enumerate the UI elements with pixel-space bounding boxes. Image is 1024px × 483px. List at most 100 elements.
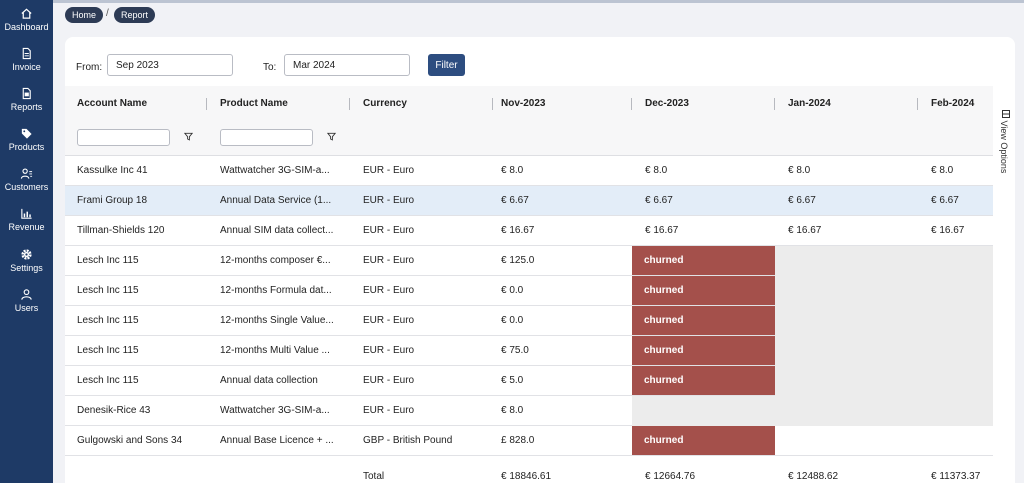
empty-cell <box>775 306 993 336</box>
churned-badge: churned <box>632 306 775 336</box>
empty-cell <box>632 396 993 426</box>
total-feb-2024: € 11373.37 <box>931 471 981 482</box>
sidebar-item-label: Invoice <box>12 62 41 72</box>
account-cell: Lesch Inc 115 <box>77 285 139 296</box>
view-options-text: View Options <box>999 120 1009 174</box>
table-row[interactable]: Kassulke Inc 41 Wattwatcher 3G-SIM-a... … <box>65 156 993 186</box>
currency-cell: EUR - Euro <box>363 225 415 236</box>
currency-cell: EUR - Euro <box>363 255 415 266</box>
users-icon <box>20 168 33 179</box>
view-options-toggle[interactable]: View Options <box>999 110 1013 190</box>
column-header-product[interactable]: Product Name <box>220 98 288 109</box>
table-row[interactable]: Lesch Inc 115 12-months Multi Value ... … <box>65 336 993 366</box>
sidebar-item-revenue[interactable]: Revenue <box>0 207 53 232</box>
account-cell: Denesik-Rice 43 <box>77 405 151 416</box>
view-options-label: View Options <box>999 110 1011 174</box>
sidebar-item-invoice[interactable]: Invoice <box>0 47 53 72</box>
column-divider[interactable] <box>492 98 493 110</box>
sidebar-item-dashboard[interactable]: Dashboard <box>0 7 53 32</box>
account-cell: Kassulke Inc 41 <box>77 165 148 176</box>
sidebar-item-label: Settings <box>10 263 43 273</box>
to-label: To: <box>263 62 277 73</box>
nov-2023-cell: € 0.0 <box>501 285 524 296</box>
product-cell: 12-months Single Value... <box>220 315 334 326</box>
currency-cell: EUR - Euro <box>363 405 415 416</box>
to-date-input[interactable] <box>284 54 410 76</box>
table-row[interactable]: Lesch Inc 115 Annual data collection EUR… <box>65 366 993 396</box>
table-row[interactable]: Lesch Inc 115 12-months Formula dat... E… <box>65 276 993 306</box>
table-row[interactable]: Lesch Inc 115 12-months composer €... EU… <box>65 246 993 276</box>
account-cell: Lesch Inc 115 <box>77 345 139 356</box>
sidebar-item-label: Products <box>8 142 45 152</box>
column-header-dec-2023[interactable]: Dec-2023 <box>645 98 689 109</box>
empty-cell <box>775 246 993 276</box>
product-filter-input[interactable] <box>220 129 313 146</box>
dec-2023-cell: € 6.67 <box>645 195 673 206</box>
filter-button[interactable]: Filter <box>428 54 465 76</box>
empty-cell <box>775 276 993 306</box>
table-row[interactable]: Gulgowski and Sons 34 Annual Base Licenc… <box>65 426 993 456</box>
column-divider[interactable] <box>349 98 350 110</box>
product-cell: Annual Data Service (1... <box>220 195 332 206</box>
document-icon <box>22 47 31 60</box>
column-divider[interactable] <box>631 98 632 110</box>
breadcrumb-home[interactable]: Home <box>65 7 104 23</box>
column-header-nov-2023[interactable]: Nov-2023 <box>501 98 545 109</box>
empty-cell <box>775 336 993 366</box>
table-row[interactable]: Tillman-Shields 120 Annual SIM data coll… <box>65 216 993 246</box>
sidebar-item-label: Customers <box>4 182 49 192</box>
table-row[interactable]: Lesch Inc 115 12-months Single Value... … <box>65 306 993 336</box>
account-cell: Lesch Inc 115 <box>77 315 139 326</box>
breadcrumb-current[interactable]: Report <box>114 7 156 23</box>
sidebar-item-products[interactable]: Products <box>0 127 53 152</box>
sidebar-item-customers[interactable]: Customers <box>0 167 53 192</box>
user-icon <box>21 289 32 300</box>
column-divider[interactable] <box>917 98 918 110</box>
table-row-selected[interactable]: Frami Group 18 Annual Data Service (1...… <box>65 186 993 216</box>
columns-icon <box>1002 110 1011 118</box>
breadcrumb-separator: / <box>106 8 109 19</box>
sidebar-item-reports[interactable]: Reports <box>0 87 53 112</box>
column-header-jan-2024[interactable]: Jan-2024 <box>788 98 831 109</box>
total-jan-2024: € 12488.62 <box>788 471 839 482</box>
total-label: Total <box>363 471 385 482</box>
dec-2023-cell: € 16.67 <box>645 225 679 236</box>
nov-2023-cell: £ 828.0 <box>501 435 535 446</box>
from-date-input[interactable] <box>107 54 233 76</box>
nov-2023-cell: € 125.0 <box>501 255 535 266</box>
jan-2024-cell: € 6.67 <box>788 195 816 206</box>
bar-chart-icon <box>21 208 32 219</box>
column-divider[interactable] <box>774 98 775 110</box>
top-border <box>53 0 1024 3</box>
account-cell: Lesch Inc 115 <box>77 255 139 266</box>
product-cell: 12-months composer €... <box>220 255 331 266</box>
sidebar-item-users[interactable]: Users <box>0 288 53 313</box>
column-header-currency[interactable]: Currency <box>363 98 407 109</box>
report-icon <box>22 87 31 100</box>
feb-2024-cell: € 8.0 <box>931 165 954 176</box>
column-header-account[interactable]: Account Name <box>77 98 147 109</box>
filter-funnel-icon[interactable] <box>327 132 336 141</box>
product-cell: Annual Base Licence + ... <box>220 435 334 446</box>
account-cell: Lesch Inc 115 <box>77 375 139 386</box>
total-nov-2023: € 18846.61 <box>501 471 552 482</box>
currency-cell: GBP - British Pound <box>363 435 453 446</box>
account-cell: Gulgowski and Sons 34 <box>77 435 183 446</box>
account-filter-input[interactable] <box>77 129 170 146</box>
sidebar-item-label: Users <box>14 303 39 313</box>
column-divider[interactable] <box>206 98 207 110</box>
dec-2023-cell: € 8.0 <box>645 165 668 176</box>
column-header-feb-2024[interactable]: Feb-2024 <box>931 98 974 109</box>
currency-cell: EUR - Euro <box>363 285 415 296</box>
product-cell: Annual SIM data collect... <box>220 225 334 236</box>
filter-funnel-icon[interactable] <box>184 132 193 141</box>
currency-cell: EUR - Euro <box>363 375 415 386</box>
sidebar-item-settings[interactable]: Settings <box>0 248 53 273</box>
table-row[interactable]: Denesik-Rice 43 Wattwatcher 3G-SIM-a... … <box>65 396 993 426</box>
currency-cell: EUR - Euro <box>363 195 415 206</box>
sidebar-item-label: Revenue <box>8 222 45 232</box>
gear-icon <box>21 249 32 260</box>
currency-cell: EUR - Euro <box>363 345 415 356</box>
currency-cell: EUR - Euro <box>363 315 415 326</box>
account-cell: Tillman-Shields 120 <box>77 225 165 236</box>
